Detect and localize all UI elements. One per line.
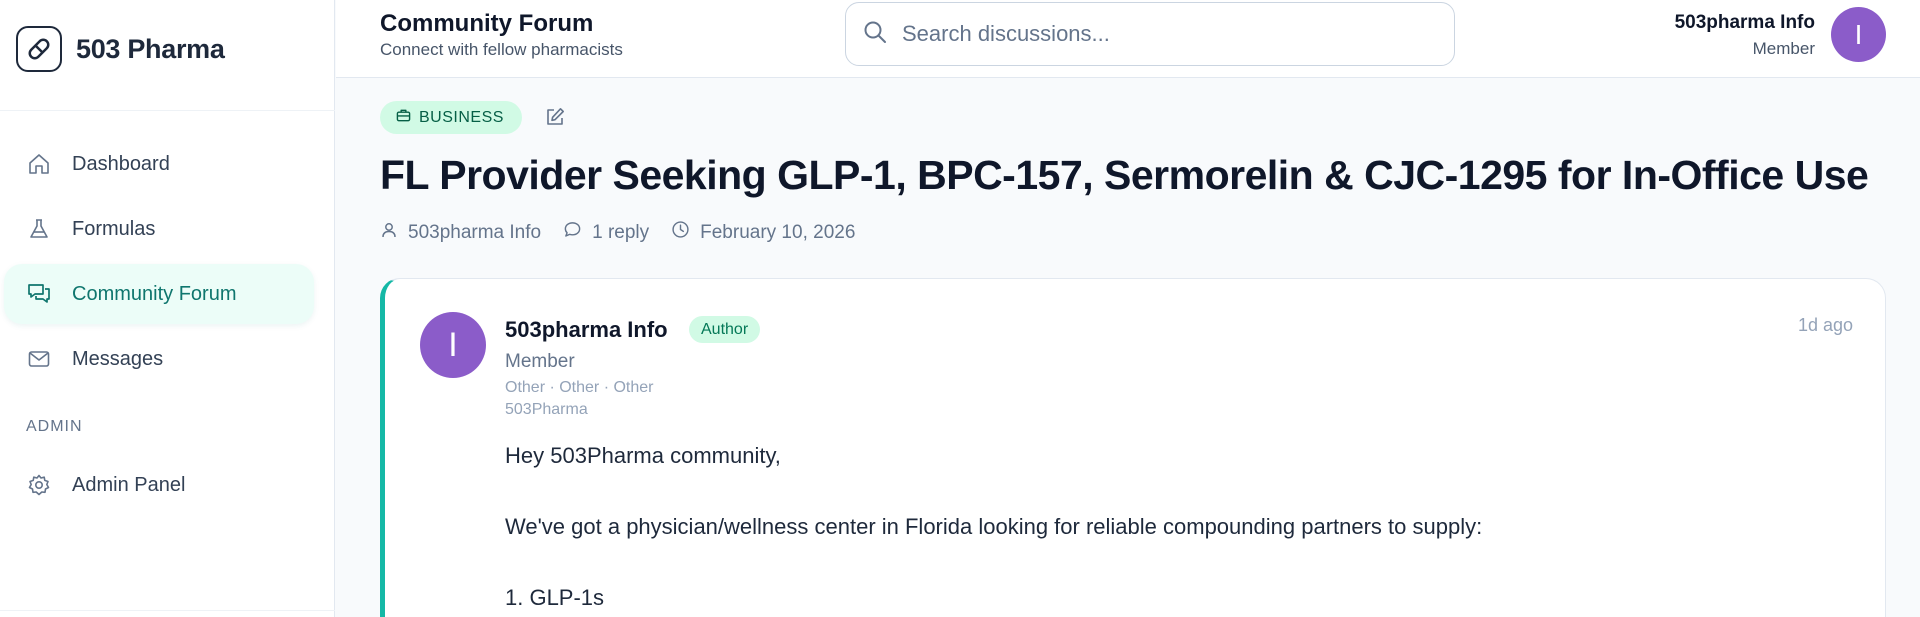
page-title: Community Forum: [380, 10, 594, 37]
comment-icon: [563, 220, 582, 245]
sidebar-item-label: Formulas: [72, 217, 156, 240]
meta-replies-count: 1 reply: [592, 221, 650, 243]
divider: [0, 610, 335, 611]
meta-replies[interactable]: 1 reply: [563, 220, 649, 245]
brand[interactable]: 503 Pharma: [16, 26, 225, 72]
category-label: BUSINESS: [419, 108, 504, 126]
sidebar-item-admin-panel[interactable]: Admin Panel: [4, 455, 314, 515]
avatar[interactable]: I: [1831, 7, 1886, 62]
user-icon: [380, 221, 398, 245]
user-role: Member: [1752, 39, 1815, 58]
post-author-name[interactable]: 503pharma Info: [505, 317, 668, 343]
chat-icon: [26, 281, 52, 307]
post-meta: 503pharma Info 1 reply February 10, 2026: [380, 220, 855, 245]
search-icon: [862, 19, 888, 50]
post-timestamp: 1d ago: [1797, 315, 1853, 335]
edit-icon[interactable]: [544, 106, 566, 128]
user-name[interactable]: 503pharma Info: [1675, 12, 1815, 34]
meta-author[interactable]: 503pharma Info: [380, 221, 541, 245]
sidebar-item-dashboard[interactable]: Dashboard: [4, 134, 314, 194]
page-subtitle: Connect with fellow pharmacists: [380, 40, 623, 59]
meta-date: February 10, 2026: [671, 220, 855, 245]
top-header: Community Forum Connect with fellow phar…: [336, 0, 1920, 78]
post-body-line: Hey 503Pharma community,: [505, 443, 781, 468]
flask-icon: [26, 216, 52, 242]
post-title: FL Provider Seeking GLP-1, BPC-157, Serm…: [380, 152, 1869, 198]
sidebar-item-label: Community Forum: [72, 282, 237, 305]
brand-name: 503 Pharma: [76, 33, 225, 64]
search-input[interactable]: [902, 21, 1422, 47]
avatar[interactable]: I: [420, 312, 486, 378]
briefcase-icon: [396, 108, 411, 128]
gear-icon: [26, 472, 52, 498]
category-badge[interactable]: BUSINESS: [380, 101, 522, 134]
post-author-role: Member: [505, 351, 575, 372]
sidebar: 503 Pharma Dashboard Formulas Community …: [0, 0, 335, 617]
post-body-line: We've got a physician/wellness center in…: [505, 514, 1483, 539]
mail-icon: [26, 346, 52, 372]
post-author-org: 503Pharma: [505, 401, 588, 418]
post-body-line: 1. GLP-1s: [505, 585, 605, 610]
sidebar-item-label: Messages: [72, 347, 164, 370]
post-author-tags: Other · Other · Other: [505, 379, 654, 396]
meta-author-name: 503pharma Info: [408, 221, 542, 243]
sidebar-item-label: Admin Panel: [72, 473, 186, 496]
post-card: I 503pharma Info Author Member Other · O…: [380, 278, 1886, 617]
author-badge: Author: [689, 316, 761, 343]
sidebar-item-formulas[interactable]: Formulas: [4, 199, 314, 259]
home-icon: [26, 151, 52, 177]
search-box[interactable]: [845, 2, 1455, 66]
sidebar-item-community-forum[interactable]: Community Forum: [4, 264, 314, 324]
meta-date-text: February 10, 2026: [700, 221, 856, 243]
pill-logo-icon: [16, 26, 62, 72]
sidebar-section-admin: ADMIN: [26, 418, 83, 435]
sidebar-item-messages[interactable]: Messages: [4, 329, 314, 389]
divider: [0, 110, 335, 111]
sidebar-item-label: Dashboard: [72, 152, 170, 175]
clock-icon: [671, 220, 690, 245]
